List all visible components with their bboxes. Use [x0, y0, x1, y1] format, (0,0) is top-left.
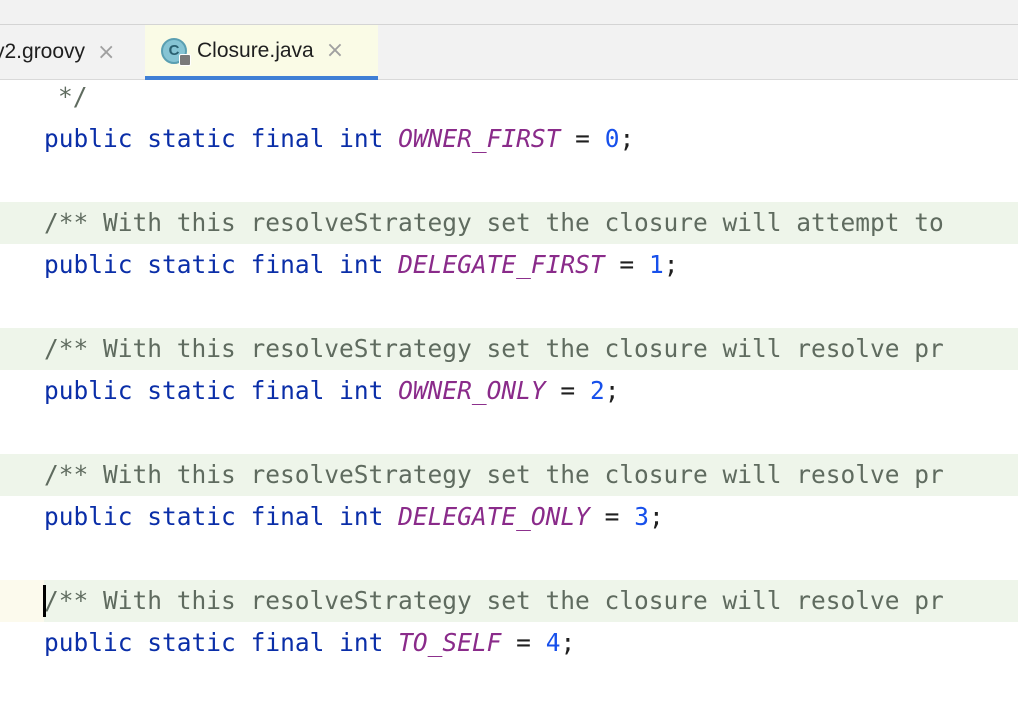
code-line: */	[0, 80, 1018, 118]
keyword: public	[44, 502, 133, 531]
constant-value: 3	[634, 502, 649, 531]
keyword: int	[339, 250, 384, 279]
constant-value: 4	[545, 628, 561, 657]
keyword: static	[147, 502, 236, 531]
doc-comment-line: /** With this resolveStrategy set the cl…	[0, 202, 1018, 244]
constant-name: OWNER_FIRST	[398, 124, 561, 153]
constant-name: DELEGATE_ONLY	[398, 502, 590, 531]
doc-comment-line: /** With this resolveStrategy set the cl…	[0, 454, 1018, 496]
tab-label: y2.groovy	[0, 40, 86, 63]
close-icon[interactable]: ×	[326, 38, 344, 63]
doc-comment-line: /** With this resolveStrategy set the cl…	[0, 328, 1018, 370]
keyword: int	[339, 124, 384, 153]
constant-name: TO_SELF	[398, 628, 502, 657]
keyword: public	[44, 628, 133, 657]
keyword: final	[250, 250, 325, 279]
keyword: static	[147, 628, 236, 657]
constant-name: DELEGATE_FIRST	[398, 250, 605, 279]
window-top-bar	[0, 0, 1018, 25]
keyword: final	[250, 502, 325, 531]
code-line: public static final int TO_SELF = 4;	[44, 628, 576, 657]
keyword: final	[250, 124, 325, 153]
keyword: public	[44, 124, 133, 153]
keyword: int	[339, 376, 384, 405]
tab-y2-groovy[interactable]: y2.groovy ×	[0, 25, 136, 79]
text-caret	[43, 585, 46, 617]
tab-closure-java[interactable]: C Closure.java ×	[145, 25, 378, 80]
java-class-icon: C	[161, 37, 191, 66]
tab-label: Closure.java	[197, 38, 314, 62]
doc-comment-line-current: /** With this resolveStrategy set the cl…	[0, 580, 1018, 622]
keyword: static	[147, 124, 236, 153]
editor-tab-bar: y2.groovy × C Closure.java ×	[0, 25, 1018, 80]
keyword: static	[147, 376, 236, 405]
constant-value: 1	[648, 250, 664, 279]
comment-end: */	[58, 82, 88, 111]
constant-value: 2	[589, 376, 605, 405]
code-line: public static final int DELEGATE_FIRST =…	[44, 250, 679, 279]
keyword: int	[339, 628, 384, 657]
code-editor[interactable]: */ public static final int OWNER_FIRST =…	[0, 80, 1018, 704]
close-icon[interactable]: ×	[97, 40, 115, 65]
keyword: public	[44, 376, 133, 405]
code-line: public static final int OWNER_FIRST = 0;	[44, 124, 635, 153]
constant-name: OWNER_ONLY	[398, 376, 546, 405]
keyword: final	[250, 628, 325, 657]
code-line: public static final int OWNER_ONLY = 2;	[44, 376, 620, 405]
keyword: int	[339, 502, 384, 531]
code-line: public static final int DELEGATE_ONLY = …	[44, 502, 664, 531]
constant-value: 0	[604, 124, 620, 153]
keyword: final	[250, 376, 325, 405]
keyword: public	[44, 250, 133, 279]
lock-icon	[179, 53, 191, 66]
keyword: static	[147, 250, 236, 279]
